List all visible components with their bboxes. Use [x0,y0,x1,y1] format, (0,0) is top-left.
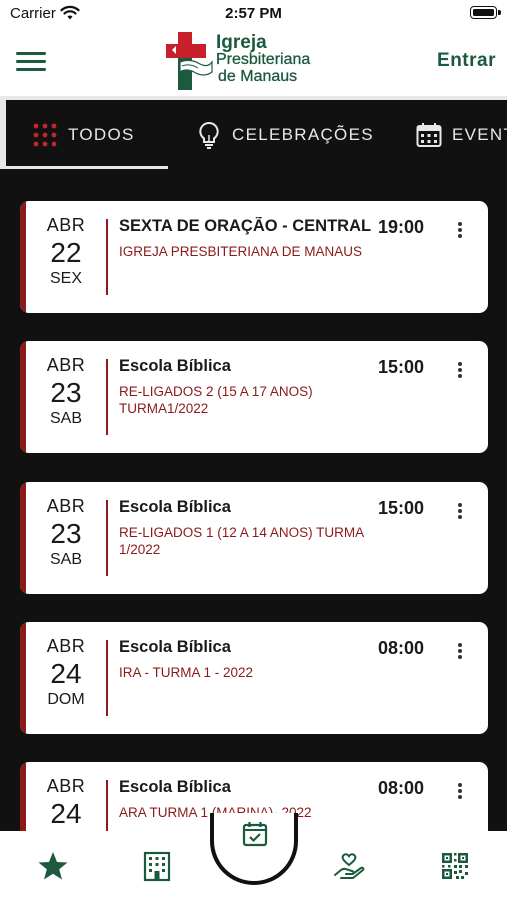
event-title: Escola Bíblica [119,498,231,516]
calendar-check-icon [242,822,268,847]
event-day: 24 [50,798,82,829]
event-weekday: SAB [49,551,82,568]
tab-eventos-label: EVENTOS [452,124,507,144]
tab-todos-label: TODOS [68,124,135,144]
event-day: 23 [50,377,82,408]
logo-line-2: Presbiteriana [216,51,311,68]
tab-todos[interactable]: TODOS [6,100,172,169]
event-time: 15:00 [378,357,425,377]
calendar-icon [416,122,442,147]
event-title: Escola Bíblica [119,638,231,656]
battery-icon [470,6,501,19]
cross-logo-icon [166,32,213,90]
hand-heart-icon[interactable] [332,849,366,883]
star-icon[interactable] [36,849,70,883]
date-divider [106,359,108,435]
more-options-icon[interactable] [452,780,468,802]
event-subtitle: RE-LIGADOS 2 (15 A 17 ANOS) TURMA1/2022 [119,384,313,416]
logo-text: Igreja Presbiteriana de Manaus [216,32,311,85]
more-options-icon[interactable] [452,219,468,241]
event-weekday: SEX [49,270,82,287]
status-bar: Carrier 2:57 PM [0,0,507,28]
event-time: 08:00 [378,778,425,798]
event-title: SEXTA DE ORAÇÃO - CENTRAL [119,217,372,235]
event-month: ABR [46,496,86,516]
event-time: 15:00 [378,498,425,518]
more-options-icon[interactable] [452,640,468,662]
date-divider [106,500,108,576]
event-day: 23 [50,518,82,549]
event-date: ABR 23 SAB [26,355,106,428]
category-tabs: TODOS CELEBRAÇÕES EVEN [6,100,507,169]
date-divider [106,219,108,295]
status-time: 2:57 PM [225,5,282,22]
event-subtitle: IGREJA PRESBITERIANA DE MANAUS [119,244,363,259]
event-date: ABR 22 SEX [26,215,106,288]
event-month: ABR [46,636,86,656]
more-options-icon[interactable] [452,500,468,522]
event-date: ABR 23 SAB [26,496,106,569]
logo-line-1: Igreja [216,32,267,53]
event-time: 08:00 [378,638,425,658]
event-subtitle: RE-LIGADOS 1 (12 A 14 ANOS) TURMA 1/2022 [119,525,364,557]
tab-eventos[interactable]: EVENTOS [416,100,507,169]
app-header: Igreja Presbiteriana de Manaus Entrar [0,28,507,96]
lightbulb-icon [199,121,219,149]
event-time: 19:00 [378,217,425,237]
event-day: 22 [50,237,82,268]
event-card[interactable]: ABR 23 SAB Escola Bíblica RE-LIGADOS 1 (… [20,482,488,594]
event-date: ABR 24 DOM [26,636,106,709]
hamburger-menu-icon[interactable] [16,50,46,72]
event-title: Escola Bíblica [119,357,231,375]
event-month: ABR [46,355,86,375]
more-options-icon[interactable] [452,359,468,381]
event-subtitle: IRA - TURMA 1 - 2022 [119,665,254,680]
event-month: ABR [46,215,86,235]
event-month: ABR [46,776,86,796]
event-weekday: DOM [47,691,85,708]
event-list[interactable]: ABR 22 SEX SEXTA DE ORAÇÃO - CENTRAL IGR… [0,169,507,831]
login-button[interactable]: Entrar [437,50,496,72]
date-divider [106,780,108,831]
event-title: Escola Bíblica [119,778,231,796]
church-logo: Igreja Presbiteriana de Manaus [166,32,336,92]
tab-bar-container: TODOS CELEBRAÇÕES EVEN [0,96,507,169]
event-date: ABR 24 [26,776,106,831]
building-icon[interactable] [140,849,174,883]
tab-celebracoes-label: CELEBRAÇÕES [232,124,374,144]
bottom-nav [0,813,507,900]
event-weekday: SAB [49,410,82,427]
date-divider [106,640,108,716]
grid-dots-icon [33,123,57,146]
tab-celebracoes[interactable]: CELEBRAÇÕES [196,100,374,169]
event-card[interactable]: ABR 22 SEX SEXTA DE ORAÇÃO - CENTRAL IGR… [20,201,488,313]
event-day: 24 [50,658,82,689]
qr-code-icon[interactable] [438,849,472,883]
event-card[interactable]: ABR 24 DOM Escola Bíblica IRA - TURMA 1 … [20,622,488,734]
logo-line-3: de Manaus [218,68,298,85]
event-card[interactable]: ABR 23 SAB Escola Bíblica RE-LIGADOS 2 (… [20,341,488,453]
calendar-check-button[interactable] [210,813,298,885]
